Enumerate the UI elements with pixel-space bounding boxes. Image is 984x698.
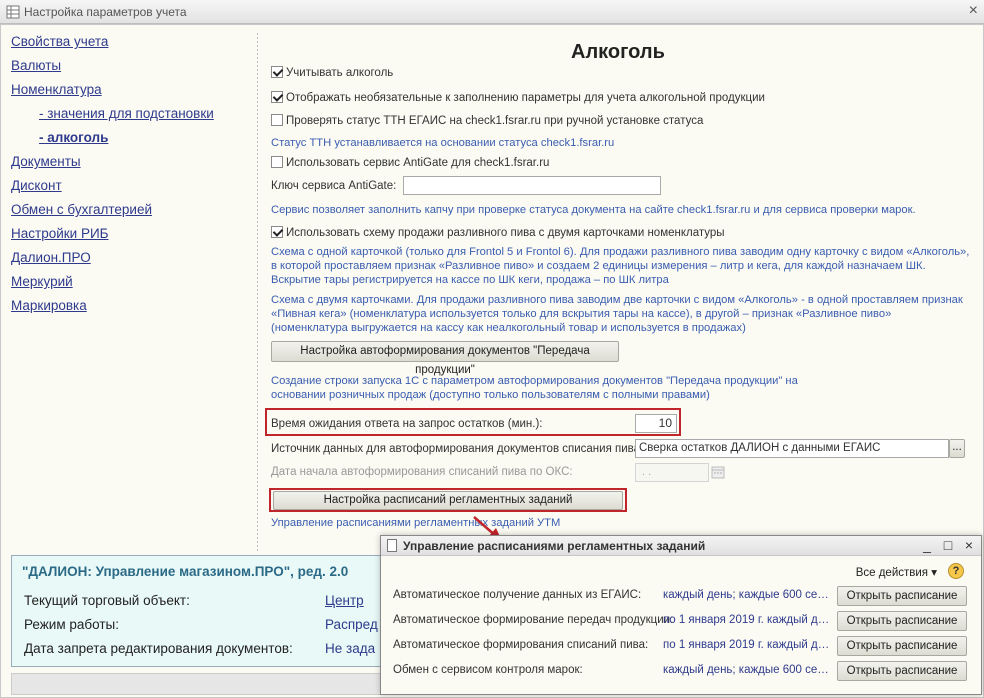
minimize-icon[interactable]: _ bbox=[919, 537, 935, 553]
nav-item-substitution-values[interactable]: - значения для подстановки bbox=[11, 105, 251, 129]
nav-item-nomenclature[interactable]: Номенклатура bbox=[11, 81, 251, 105]
document-icon bbox=[387, 539, 397, 552]
schedule-row: Обмен с сервисом контроля марок: каждый … bbox=[393, 661, 973, 681]
schedule-link[interactable]: каждый день; каждые 600 секунд bbox=[663, 589, 833, 601]
window-title: Настройка параметров учета bbox=[24, 5, 187, 19]
antigate-key-input[interactable] bbox=[403, 176, 661, 195]
nav-item-mercury[interactable]: Меркурий bbox=[11, 273, 251, 297]
antigate-key-label: Ключ сервиса AntiGate: bbox=[271, 180, 397, 192]
schedule-row: Автоматическое формирования списаний пив… bbox=[393, 636, 973, 656]
maximize-icon[interactable]: □ bbox=[940, 537, 956, 553]
schedule-label: Обмен с сервисом контроля марок: bbox=[393, 664, 583, 676]
checkbox-account-alcohol[interactable]: Учитывать алкоголь bbox=[271, 66, 393, 79]
nav-item-rib-settings[interactable]: Настройки РИБ bbox=[11, 225, 251, 249]
source-label: Источник данных для автоформирования док… bbox=[271, 443, 644, 455]
checkbox-check-ttn[interactable]: Проверять статус ТТН ЕГАИС на check1.fsr… bbox=[271, 114, 703, 127]
source-select[interactable]: Сверка остатков ДАЛИОН с данными ЕГАИС bbox=[635, 439, 949, 458]
all-actions-menu[interactable]: Все действия ▾ bbox=[856, 565, 937, 579]
schedule-link[interactable]: каждый день; каждые 600 секунд bbox=[663, 664, 833, 676]
wait-time-label: Время ожидания ответа на запрос остатков… bbox=[271, 418, 543, 430]
info-label-mode: Режим работы: bbox=[24, 617, 119, 632]
info-title: "ДАЛИОН: Управление магазином.ПРО", ред.… bbox=[22, 564, 349, 579]
checkbox-icon[interactable] bbox=[271, 91, 283, 103]
help-icon[interactable]: ? bbox=[948, 563, 964, 579]
close-icon[interactable]: × bbox=[969, 2, 978, 20]
wait-time-input[interactable]: 10 bbox=[635, 414, 677, 433]
checkbox-show-optional[interactable]: Отображать необязательные к заполнению п… bbox=[271, 91, 765, 104]
okc-date-input[interactable]: . . bbox=[635, 463, 709, 482]
info-value-mode[interactable]: Распред bbox=[325, 617, 378, 632]
bottom-strip bbox=[11, 673, 381, 695]
title-bar: Настройка параметров учета × bbox=[0, 0, 984, 24]
info-label-lock-date: Дата запрета редактирования документов: bbox=[24, 641, 293, 656]
grid-app-icon bbox=[6, 5, 20, 19]
schedule-settings-button[interactable]: Настройка расписаний регламентных задани… bbox=[273, 491, 623, 510]
info-value-trade-object[interactable]: Центр bbox=[325, 593, 364, 608]
page-title: Алкоголь bbox=[571, 41, 665, 63]
open-schedule-button[interactable]: Открыть расписание bbox=[837, 611, 967, 631]
note-autoform: Создание строки запуска 1С с параметром … bbox=[271, 375, 798, 401]
info-label-trade-object: Текущий торговый объект: bbox=[24, 593, 190, 608]
checkbox-antigate[interactable]: Использовать сервис AntiGate для check1.… bbox=[271, 156, 549, 169]
nav-item-documents[interactable]: Документы bbox=[11, 153, 251, 177]
nav-item-marking[interactable]: Маркировка bbox=[11, 297, 251, 321]
note-two-card-scheme: Схема с двумя карточками. Для продажи ра… bbox=[271, 294, 963, 334]
schedule-link[interactable]: по 1 января 2019 г. каждый день bbox=[663, 639, 833, 651]
checkbox-icon[interactable] bbox=[271, 114, 283, 126]
nav-item-accounting-properties[interactable]: Свойства учета bbox=[11, 33, 251, 57]
checkbox-icon[interactable] bbox=[271, 156, 283, 168]
dialog-title-bar: Управление расписаниями регламентных зад… bbox=[381, 536, 981, 556]
nav-item-currencies[interactable]: Валюты bbox=[11, 57, 251, 81]
checkbox-icon[interactable] bbox=[271, 66, 283, 78]
checkbox-beer-two-cards[interactable]: Использовать схему продажи разливного пи… bbox=[271, 226, 725, 239]
note-antigate: Сервис позволяет заполнить капчу при про… bbox=[271, 204, 916, 216]
open-schedule-button[interactable]: Открыть расписание bbox=[837, 586, 967, 606]
schedule-row: Автоматическое формирование передач прод… bbox=[393, 611, 973, 631]
schedule-label: Автоматическое получение данных из ЕГАИС… bbox=[393, 589, 642, 601]
schedule-label: Автоматическое формирование передач прод… bbox=[393, 614, 674, 626]
nav-item-alcohol[interactable]: - алкоголь bbox=[11, 129, 251, 153]
info-value-lock-date[interactable]: Не зада bbox=[325, 641, 375, 656]
calendar-icon[interactable] bbox=[711, 465, 725, 479]
open-schedule-button[interactable]: Открыть расписание bbox=[837, 661, 967, 681]
autoform-settings-button[interactable]: Настройка автоформирования документов "П… bbox=[271, 341, 619, 376]
note-ttn-status: Статус ТТН устанавливается на основании … bbox=[271, 137, 615, 149]
nav-item-discount[interactable]: Дисконт bbox=[11, 177, 251, 201]
nav-item-accounting-exchange[interactable]: Обмен с бухгалтерией bbox=[11, 201, 251, 225]
note-one-card-scheme: Схема с одной карточкой (только для Fron… bbox=[271, 246, 970, 286]
checkbox-icon[interactable] bbox=[271, 226, 283, 238]
schedule-row: Автоматическое получение данных из ЕГАИС… bbox=[393, 586, 973, 606]
close-icon[interactable]: × bbox=[961, 537, 977, 553]
vertical-divider bbox=[257, 33, 258, 553]
source-choose-button[interactable]: ... bbox=[949, 439, 965, 458]
schedule-label: Автоматическое формирования списаний пив… bbox=[393, 639, 649, 651]
okc-date-label: Дата начала автоформирования списаний пи… bbox=[271, 466, 573, 478]
utm-schedule-link[interactable]: Управление расписаниями регламентных зад… bbox=[271, 516, 560, 530]
dialog-title: Управление расписаниями регламентных зад… bbox=[403, 539, 706, 553]
sidebar-nav: Свойства учета Валюты Номенклатура - зна… bbox=[11, 33, 251, 321]
info-panel: "ДАЛИОН: Управление магазином.ПРО", ред.… bbox=[11, 555, 391, 667]
schedule-link[interactable]: по 1 января 2019 г. каждый день bbox=[663, 614, 833, 626]
open-schedule-button[interactable]: Открыть расписание bbox=[837, 636, 967, 656]
schedule-dialog: Управление расписаниями регламентных зад… bbox=[380, 535, 982, 695]
nav-item-dalion-pro[interactable]: Далион.ПРО bbox=[11, 249, 251, 273]
